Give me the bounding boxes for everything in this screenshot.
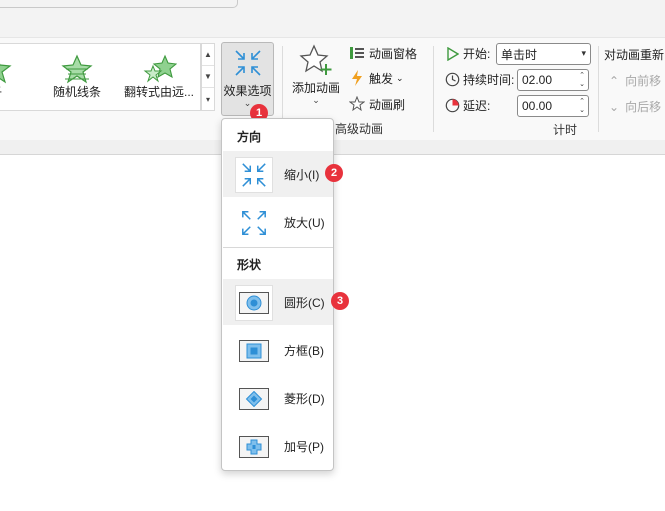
diamond-shape-icon bbox=[235, 381, 273, 417]
gallery-scroll-up-icon[interactable]: ▲ bbox=[202, 44, 214, 66]
powerpoint-window: 子 随机线条 翻转式由远... ▲ ▼ ▾ bbox=[0, 0, 665, 511]
menu-item-box[interactable]: 方框(B) bbox=[223, 327, 333, 373]
animation-painter-label: 动画刷 bbox=[369, 97, 406, 112]
animation-painter-button[interactable]: 动画刷 bbox=[348, 94, 405, 114]
gallery-item-random-lines[interactable]: 随机线条 bbox=[44, 50, 110, 106]
delay-field-label: 延迟: bbox=[445, 97, 490, 114]
star-fragment-icon bbox=[0, 63, 12, 84]
group-separator bbox=[598, 46, 599, 132]
plus-shape-icon bbox=[235, 429, 273, 465]
star-add-icon bbox=[299, 44, 332, 75]
shrink-arrows-icon bbox=[235, 50, 261, 76]
add-animation-label: 添加动画 bbox=[291, 81, 340, 95]
title-area bbox=[0, 0, 665, 37]
move-earlier-button[interactable]: ⌃ 向前移 bbox=[609, 72, 661, 89]
menu-item-diamond[interactable]: 菱形(D) bbox=[223, 375, 333, 421]
menu-item-label: 加号(P) bbox=[284, 440, 324, 454]
start-field-label: 开始: bbox=[445, 45, 490, 62]
spinner-arrows-icon[interactable]: ⌃ ⌄ bbox=[579, 97, 585, 115]
shape-section-header: 形状 bbox=[237, 258, 262, 272]
animation-pane-label: 动画窗格 bbox=[369, 46, 418, 61]
star-brush-icon bbox=[348, 96, 366, 112]
animation-pane-icon bbox=[348, 45, 366, 61]
shrink-arrows-icon bbox=[235, 157, 273, 193]
gallery-scroll-down-icon[interactable]: ▼ bbox=[202, 66, 214, 88]
menu-item-plus[interactable]: 加号(P) bbox=[223, 423, 333, 469]
star-random-lines-icon bbox=[61, 54, 93, 84]
chevron-down-icon: ⌄ bbox=[312, 95, 320, 105]
menu-item-shrink[interactable]: 缩小(I) bbox=[223, 151, 333, 197]
gallery-item-flip[interactable]: 翻转式由远... bbox=[120, 50, 198, 106]
step-badge-2: 2 bbox=[325, 164, 343, 182]
move-later-button[interactable]: ⌄ 向后移 bbox=[609, 98, 661, 115]
menu-item-label: 方框(B) bbox=[284, 344, 324, 358]
step-badge-3: 3 bbox=[331, 292, 349, 310]
menu-item-label: 圆形(C) bbox=[284, 296, 325, 310]
menu-item-label: 缩小(I) bbox=[284, 168, 320, 182]
direction-section-header: 方向 bbox=[237, 130, 262, 144]
chevron-down-icon: ⌄ bbox=[396, 72, 404, 83]
effect-options-button[interactable]: 效果选项 ⌄ bbox=[221, 42, 274, 116]
spinner-arrows-icon[interactable]: ⌃ ⌄ bbox=[579, 71, 585, 89]
start-select[interactable]: 单击时 ▾ bbox=[496, 43, 591, 65]
animation-pane-button[interactable]: 动画窗格 bbox=[348, 43, 417, 63]
delay-spinner[interactable]: 00.00 ⌃ ⌄ bbox=[517, 95, 589, 117]
animation-gallery: 子 随机线条 翻转式由远... bbox=[0, 43, 201, 111]
reorder-animation-label: 对动画重新 bbox=[604, 48, 665, 62]
delay-clock-icon bbox=[445, 98, 460, 113]
trigger-label: 触发 bbox=[369, 71, 394, 86]
menu-item-label: 菱形(D) bbox=[284, 392, 325, 406]
chevron-down-icon: ⌄ bbox=[609, 100, 620, 114]
play-icon bbox=[447, 46, 459, 61]
gallery-more-icon[interactable]: ▾ bbox=[202, 88, 214, 110]
menu-item-expand[interactable]: 放大(U) bbox=[223, 199, 333, 245]
group-separator bbox=[433, 46, 434, 132]
duration-field-label: 持续时间: bbox=[445, 71, 514, 88]
duration-spinner[interactable]: 02.00 ⌃ ⌄ bbox=[517, 69, 589, 91]
gallery-item-fragment[interactable]: 子 bbox=[0, 50, 16, 106]
expand-arrows-icon bbox=[235, 205, 273, 241]
add-animation-button[interactable]: 添加动画 ⌄ bbox=[288, 44, 344, 114]
menu-item-label: 放大(U) bbox=[284, 216, 325, 230]
gallery-item-label: 子 bbox=[0, 83, 16, 100]
effect-options-menu: 方向 缩小(I) 放大(U) 形状 圆形(C) 方框(B) 菱形(D) 加号(P… bbox=[221, 118, 334, 471]
gallery-scroll: ▲ ▼ ▾ bbox=[201, 43, 215, 111]
advanced-animation-group-label: 高级动画 bbox=[335, 122, 384, 136]
chevron-up-icon: ⌃ bbox=[609, 74, 620, 88]
timing-group-label: 计时 bbox=[553, 123, 578, 137]
clock-icon bbox=[445, 72, 460, 87]
gallery-item-label: 随机线条 bbox=[52, 85, 101, 99]
effect-options-label: 效果选项 bbox=[223, 84, 272, 98]
chevron-down-icon: ▾ bbox=[581, 48, 586, 58]
trigger-button[interactable]: 触发 ⌄ bbox=[348, 68, 404, 88]
gallery-item-label: 翻转式由远... bbox=[123, 85, 194, 99]
tab-outline bbox=[0, 0, 238, 8]
menu-item-circle[interactable]: 圆形(C) bbox=[223, 279, 333, 325]
circle-shape-icon bbox=[235, 285, 273, 321]
star-flip-icon bbox=[143, 54, 178, 83]
lightning-icon bbox=[348, 70, 366, 86]
menu-divider bbox=[223, 247, 333, 248]
box-shape-icon bbox=[235, 333, 273, 369]
